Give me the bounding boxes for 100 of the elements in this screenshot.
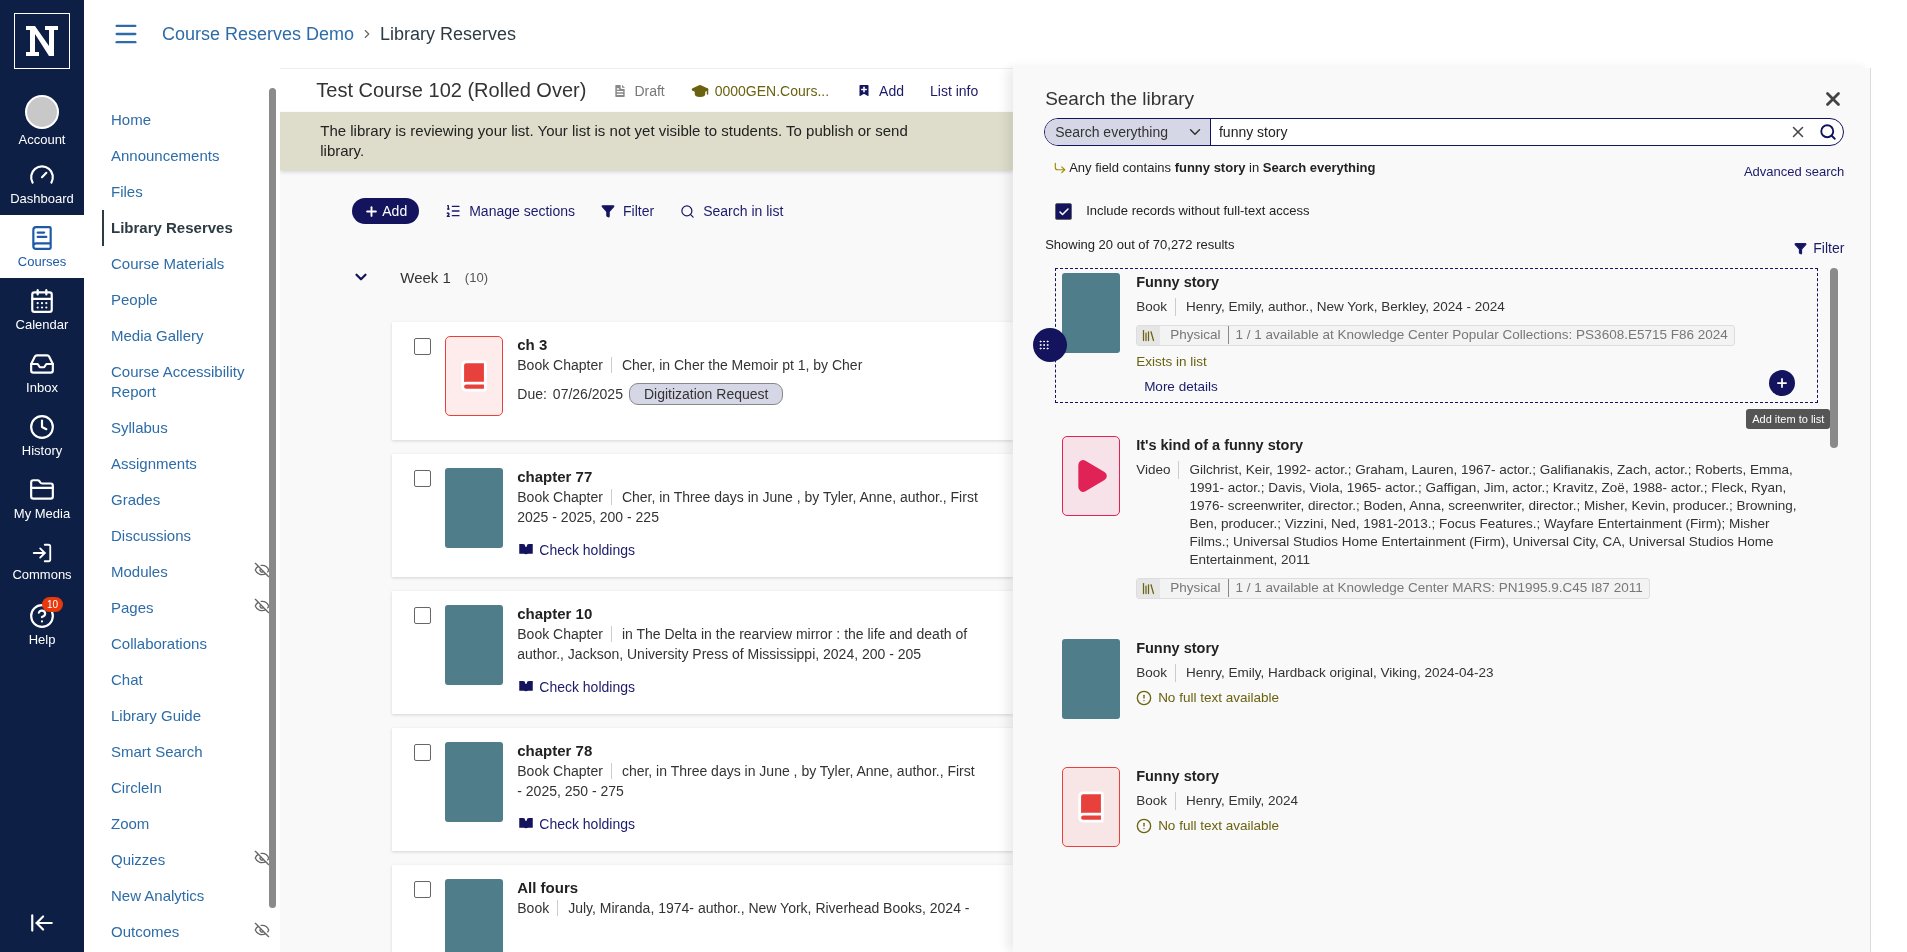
calendar-icon bbox=[29, 287, 55, 314]
add-button[interactable]: Add bbox=[352, 198, 420, 224]
checkbox[interactable] bbox=[414, 881, 432, 898]
result-details: Henry, Emily, Hardback original, Viking, 2024-04-23 bbox=[1185, 664, 1494, 682]
item-details: cher, in Three days in June , by Tyler, Anne, author., First bbox=[621, 763, 975, 779]
result-title[interactable]: Funny story bbox=[1136, 639, 1802, 657]
check-holdings-link[interactable]: Check holdings bbox=[517, 541, 978, 559]
tooltip: Add item to list bbox=[1746, 409, 1831, 429]
check-holdings-link[interactable]: Check holdings bbox=[517, 678, 968, 696]
filter-icon bbox=[1794, 241, 1808, 255]
search-field[interactable]: Search everything funny story bbox=[1044, 118, 1845, 146]
item-type: Book Chapter bbox=[517, 489, 612, 505]
filter-button[interactable]: Filter bbox=[601, 203, 655, 219]
checkbox[interactable] bbox=[414, 744, 432, 761]
global-nav-item[interactable]: Courses bbox=[0, 215, 84, 278]
arrow-icon bbox=[1053, 160, 1068, 175]
alert-icon bbox=[1136, 818, 1153, 834]
course-nav-item[interactable]: Announcements bbox=[102, 138, 281, 174]
exists-status: Exists in list bbox=[1136, 353, 1208, 371]
global-nav-item[interactable]: Calendar bbox=[0, 278, 84, 341]
plus-icon bbox=[364, 203, 380, 219]
item-title[interactable]: ch 3 bbox=[517, 336, 863, 353]
result-type: Book bbox=[1136, 792, 1176, 810]
item-type: Book bbox=[517, 900, 559, 916]
item-title[interactable]: chapter 10 bbox=[517, 605, 968, 622]
video-icon bbox=[1062, 436, 1121, 516]
book-icon bbox=[29, 224, 55, 251]
course-nav-item[interactable]: Media Gallery bbox=[102, 318, 281, 354]
checkbox[interactable] bbox=[414, 607, 432, 624]
advanced-search-link[interactable]: Advanced search bbox=[1743, 164, 1845, 179]
course-nav-item[interactable]: Smart Search bbox=[102, 734, 281, 770]
item-title[interactable]: chapter 77 bbox=[517, 468, 978, 485]
result-type: Video bbox=[1136, 461, 1180, 479]
course-nav-item[interactable]: Assignments bbox=[102, 446, 281, 482]
scrollbar[interactable] bbox=[1830, 268, 1839, 448]
due-label: Due: bbox=[517, 386, 547, 402]
course-nav-item[interactable]: Syllabus bbox=[102, 410, 281, 446]
scope-dropdown[interactable]: Search everything bbox=[1045, 119, 1211, 145]
course-nav-item[interactable]: Course Materials bbox=[102, 246, 281, 282]
course-nav-item[interactable]: Files bbox=[102, 174, 281, 210]
search-result[interactable]: Funny story Book Henry, Emily, author., New York, Berkley, 2024 - 2024 Physical 1 / 1 available at Knowledge Center Popular Collections: PS3608.E5715 F86 2024 Exists in list More details bbox=[1055, 268, 1819, 403]
scrollbar[interactable] bbox=[269, 88, 277, 908]
list-icon bbox=[445, 203, 462, 219]
course-nav-item[interactable]: Quizzes bbox=[102, 842, 281, 878]
course-nav-item[interactable]: Library Guide bbox=[102, 698, 281, 734]
filter-button[interactable]: Filter bbox=[1794, 240, 1845, 256]
global-nav-item[interactable]: Commons bbox=[0, 530, 84, 593]
global-nav-item[interactable]: My Media bbox=[0, 467, 84, 530]
books-icon bbox=[1137, 579, 1161, 598]
item-title[interactable]: All fours bbox=[517, 879, 970, 896]
notification-badge: 10 bbox=[42, 597, 64, 612]
checkbox-label: Include records without full-text access bbox=[1086, 203, 1310, 218]
search-summary: Any field contains funny story in Search everything bbox=[1069, 160, 1376, 175]
search-in-list-button[interactable]: Search in list bbox=[680, 203, 784, 219]
course-nav-item[interactable]: People bbox=[102, 282, 281, 318]
drag-handle-icon[interactable] bbox=[1033, 328, 1068, 362]
section-title: Week 1 bbox=[400, 268, 451, 286]
item-details: Cher, in Cher the Memoir pt 1, by Cher bbox=[621, 357, 863, 373]
course-nav-item[interactable]: CircleIn bbox=[102, 770, 281, 806]
global-nav-item[interactable]: History bbox=[0, 404, 84, 467]
result-title[interactable]: Funny story bbox=[1136, 767, 1802, 785]
course-nav-item[interactable]: Grades bbox=[102, 482, 281, 518]
search-result[interactable]: Funny story Book Henry, Emily, Hardback original, Viking, 2024-04-23 No full text available bbox=[1055, 634, 1819, 734]
search-result[interactable]: Funny story Book Henry, Emily, 2024 No full text available bbox=[1055, 762, 1819, 862]
logo-icon[interactable] bbox=[14, 13, 70, 69]
course-nav-item[interactable]: Modules bbox=[102, 554, 281, 590]
course-nav-item[interactable]: Pages bbox=[102, 590, 281, 626]
alert-icon bbox=[1136, 690, 1153, 706]
result-type: Book bbox=[1136, 664, 1176, 682]
global-nav-item[interactable]: Inbox bbox=[0, 341, 84, 404]
course-nav-item[interactable]: New Analytics bbox=[102, 878, 281, 914]
global-nav-item[interactable]: Dashboard bbox=[0, 152, 84, 215]
add-link[interactable]: Add bbox=[855, 81, 905, 100]
course-nav-item[interactable]: Outcomes bbox=[102, 914, 281, 950]
folder-icon bbox=[29, 476, 55, 503]
course-nav-item[interactable]: Collaborations bbox=[102, 626, 281, 662]
breadcrumb-current: Library Reserves bbox=[380, 23, 517, 45]
course-nav-item[interactable]: Zoom bbox=[102, 806, 281, 842]
checkbox[interactable] bbox=[414, 338, 432, 355]
check-holdings-link[interactable]: Check holdings bbox=[517, 815, 975, 833]
result-title[interactable]: It's kind of a funny story bbox=[1136, 436, 1802, 454]
list-info-link[interactable]: List info bbox=[930, 82, 979, 99]
course-nav-item[interactable]: Chat bbox=[102, 662, 281, 698]
item-details: in The Delta in the rearview mirror : the life and death of bbox=[621, 626, 968, 642]
checkbox[interactable] bbox=[1055, 203, 1073, 220]
item-title[interactable]: chapter 78 bbox=[517, 742, 975, 759]
result-title[interactable]: Funny story bbox=[1136, 273, 1802, 291]
due-date: 07/26/2025 bbox=[552, 386, 623, 402]
manage-sections-button[interactable]: Manage sections bbox=[445, 203, 576, 219]
checkbox[interactable] bbox=[414, 470, 432, 487]
course-nav-item[interactable]: Home bbox=[102, 102, 281, 138]
course-nav-item[interactable]: Course Accessibility Report bbox=[102, 354, 281, 410]
add-item-button[interactable] bbox=[1769, 370, 1796, 396]
more-details-link[interactable]: More details bbox=[1136, 378, 1802, 396]
course-nav-item[interactable]: Discussions bbox=[102, 518, 281, 554]
global-nav-item[interactable]: Account bbox=[0, 89, 84, 152]
list-title: Test Course 102 (Rolled Over) bbox=[316, 79, 587, 102]
breadcrumb-link[interactable]: Course Reserves Demo bbox=[162, 23, 355, 45]
global-nav-item[interactable]: Help 10 bbox=[0, 593, 84, 656]
item-type: Book Chapter bbox=[517, 357, 612, 373]
